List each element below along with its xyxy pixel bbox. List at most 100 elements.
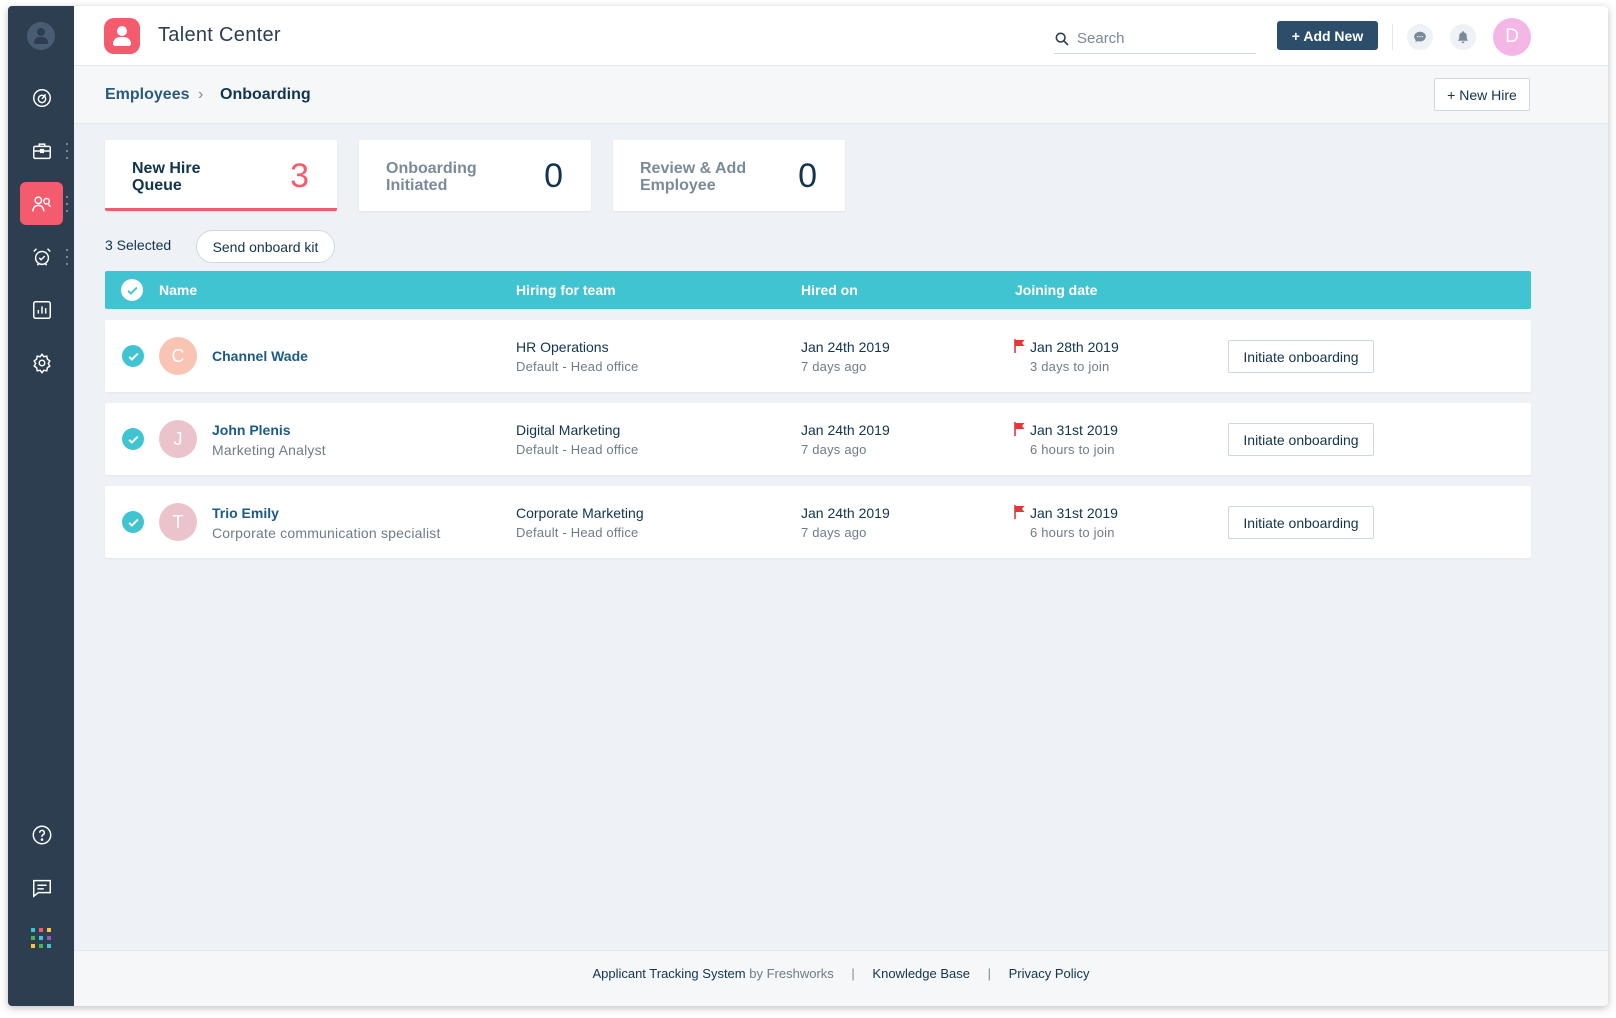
row-checkbox[interactable] (122, 428, 144, 450)
row-checkbox[interactable] (122, 511, 144, 533)
joining-countdown: 6 hours to join (1030, 442, 1115, 457)
header-divider (1392, 24, 1393, 50)
initiate-onboarding-button[interactable]: Initiate onboarding (1228, 340, 1374, 373)
hired-ago: 7 days ago (801, 442, 867, 457)
footer-knowledge-base-link[interactable]: Knowledge Base (872, 966, 970, 981)
candidate-role: Marketing Analyst (212, 442, 326, 458)
stat-label: New Hire Queue (132, 160, 201, 194)
flag-icon (1014, 339, 1025, 353)
stat-count: 3 (290, 157, 309, 195)
column-header-hired-on[interactable]: Hired on (801, 282, 858, 298)
briefcase-icon (32, 142, 51, 159)
stat-card-review-add-employee[interactable]: Review & Add Employee 0 (613, 140, 845, 211)
search-box[interactable] (1054, 24, 1256, 54)
send-onboard-kit-button[interactable]: Send onboard kit (196, 230, 335, 263)
footer: Applicant Tracking System by Freshworks … (74, 950, 1608, 1006)
stat-card-new-hire-queue[interactable]: New Hire Queue 3 (105, 140, 337, 211)
column-header-team[interactable]: Hiring for team (516, 282, 616, 298)
initiate-onboarding-button[interactable]: Initiate onboarding (1228, 506, 1374, 539)
stat-label: Review & Add Employee (640, 160, 747, 194)
sidebar-item-employees[interactable] (20, 182, 63, 225)
flag-icon (1014, 422, 1025, 436)
sidebar-item-reports[interactable] (20, 288, 63, 331)
office-name: Default - Head office (516, 525, 639, 540)
gear-icon (32, 352, 51, 374)
sidebar (8, 6, 74, 1006)
user-avatar[interactable]: D (1493, 18, 1531, 56)
team-name: Corporate Marketing (516, 505, 644, 521)
sidebar-item-dashboard[interactable] (20, 76, 63, 119)
footer-links: Applicant Tracking System by Freshworks … (74, 966, 1608, 981)
top-header: Talent Center + Add New D (74, 6, 1608, 66)
sidebar-profile[interactable] (8, 6, 74, 66)
candidate-name-link[interactable]: Channel Wade (212, 348, 308, 364)
checkmark-icon (127, 352, 139, 361)
apps-grid-icon[interactable] (31, 928, 51, 948)
selected-count: 3 Selected (105, 237, 172, 253)
dashboard-icon (32, 88, 51, 107)
footer-separator: | (987, 966, 992, 981)
avatar: C (159, 337, 197, 375)
joining-date: Jan 28th 2019 (1030, 339, 1119, 355)
checkmark-icon (127, 435, 139, 444)
table-row: C Channel Wade HR Operations Default - H… (105, 320, 1531, 392)
add-new-button[interactable]: + Add New (1277, 21, 1378, 50)
new-hire-button[interactable]: + New Hire (1434, 78, 1530, 111)
row-checkbox[interactable] (122, 345, 144, 367)
app-title: Talent Center (158, 24, 281, 46)
joining-countdown: 3 days to join (1030, 359, 1110, 374)
candidate-role: Corporate communication specialist (212, 525, 441, 541)
hired-on-date: Jan 24th 2019 (801, 339, 890, 355)
stat-count: 0 (544, 157, 563, 195)
joining-date: Jan 31st 2019 (1030, 505, 1118, 521)
breadcrumb-employees-link[interactable]: Employees (105, 86, 189, 104)
messages-button[interactable] (1407, 24, 1433, 50)
hired-on-date: Jan 24th 2019 (801, 505, 890, 521)
breadcrumb-bar: Employees › Onboarding + New Hire (74, 66, 1608, 124)
sidebar-chat[interactable] (20, 866, 63, 909)
hired-ago: 7 days ago (801, 359, 867, 374)
stat-card-onboarding-initiated[interactable]: Onboarding Initiated 0 (359, 140, 591, 211)
sidebar-item-jobs[interactable] (20, 129, 63, 172)
table-header: Name Hiring for team Hired on Joining da… (105, 271, 1531, 309)
hired-ago: 7 days ago (801, 525, 867, 540)
footer-privacy-policy-link[interactable]: Privacy Policy (1009, 966, 1090, 981)
footer-by-text: by Freshworks (749, 966, 834, 981)
breadcrumb-current: Onboarding (220, 86, 311, 103)
initiate-onboarding-button[interactable]: Initiate onboarding (1228, 423, 1374, 456)
candidate-name-link[interactable]: John Plenis (212, 422, 291, 438)
search-input[interactable] (1077, 30, 1247, 47)
checkmark-icon (126, 286, 138, 295)
notifications-button[interactable] (1450, 24, 1476, 50)
hired-on-date: Jan 24th 2019 (801, 422, 890, 438)
team-name: Digital Marketing (516, 422, 621, 438)
select-all-checkbox[interactable] (121, 279, 143, 301)
footer-separator: | (851, 966, 855, 981)
candidate-name-link[interactable]: Trio Emily (212, 505, 279, 521)
column-header-name[interactable]: Name (159, 282, 197, 298)
table-row: J John Plenis Marketing Analyst Digital … (105, 403, 1531, 475)
people-icon (31, 195, 51, 211)
alarm-clock-icon (32, 247, 51, 266)
user-icon[interactable] (27, 22, 55, 50)
timeoff-more-icon[interactable] (65, 249, 69, 265)
table-row: T Trio Emily Corporate communication spe… (105, 486, 1531, 558)
avatar: J (159, 420, 197, 458)
joining-countdown: 6 hours to join (1030, 525, 1115, 540)
chat-bubble-icon (1414, 31, 1426, 43)
sidebar-help[interactable] (20, 813, 63, 856)
talent-center-logo-icon (104, 18, 140, 54)
chart-icon (32, 300, 51, 319)
sidebar-item-timeoff[interactable] (20, 235, 63, 278)
employees-more-icon[interactable] (65, 196, 69, 212)
column-header-joining-date[interactable]: Joining date (1015, 282, 1097, 298)
app-window: Talent Center + Add New D Employees › On… (8, 6, 1608, 1006)
sidebar-item-settings[interactable] (20, 341, 63, 384)
stat-label: Onboarding Initiated (386, 160, 477, 194)
jobs-more-icon[interactable] (65, 143, 69, 159)
flag-icon (1014, 505, 1025, 519)
avatar: T (159, 503, 197, 541)
checkmark-icon (127, 518, 139, 527)
office-name: Default - Head office (516, 442, 639, 457)
footer-product-link[interactable]: Applicant Tracking System (592, 966, 745, 981)
